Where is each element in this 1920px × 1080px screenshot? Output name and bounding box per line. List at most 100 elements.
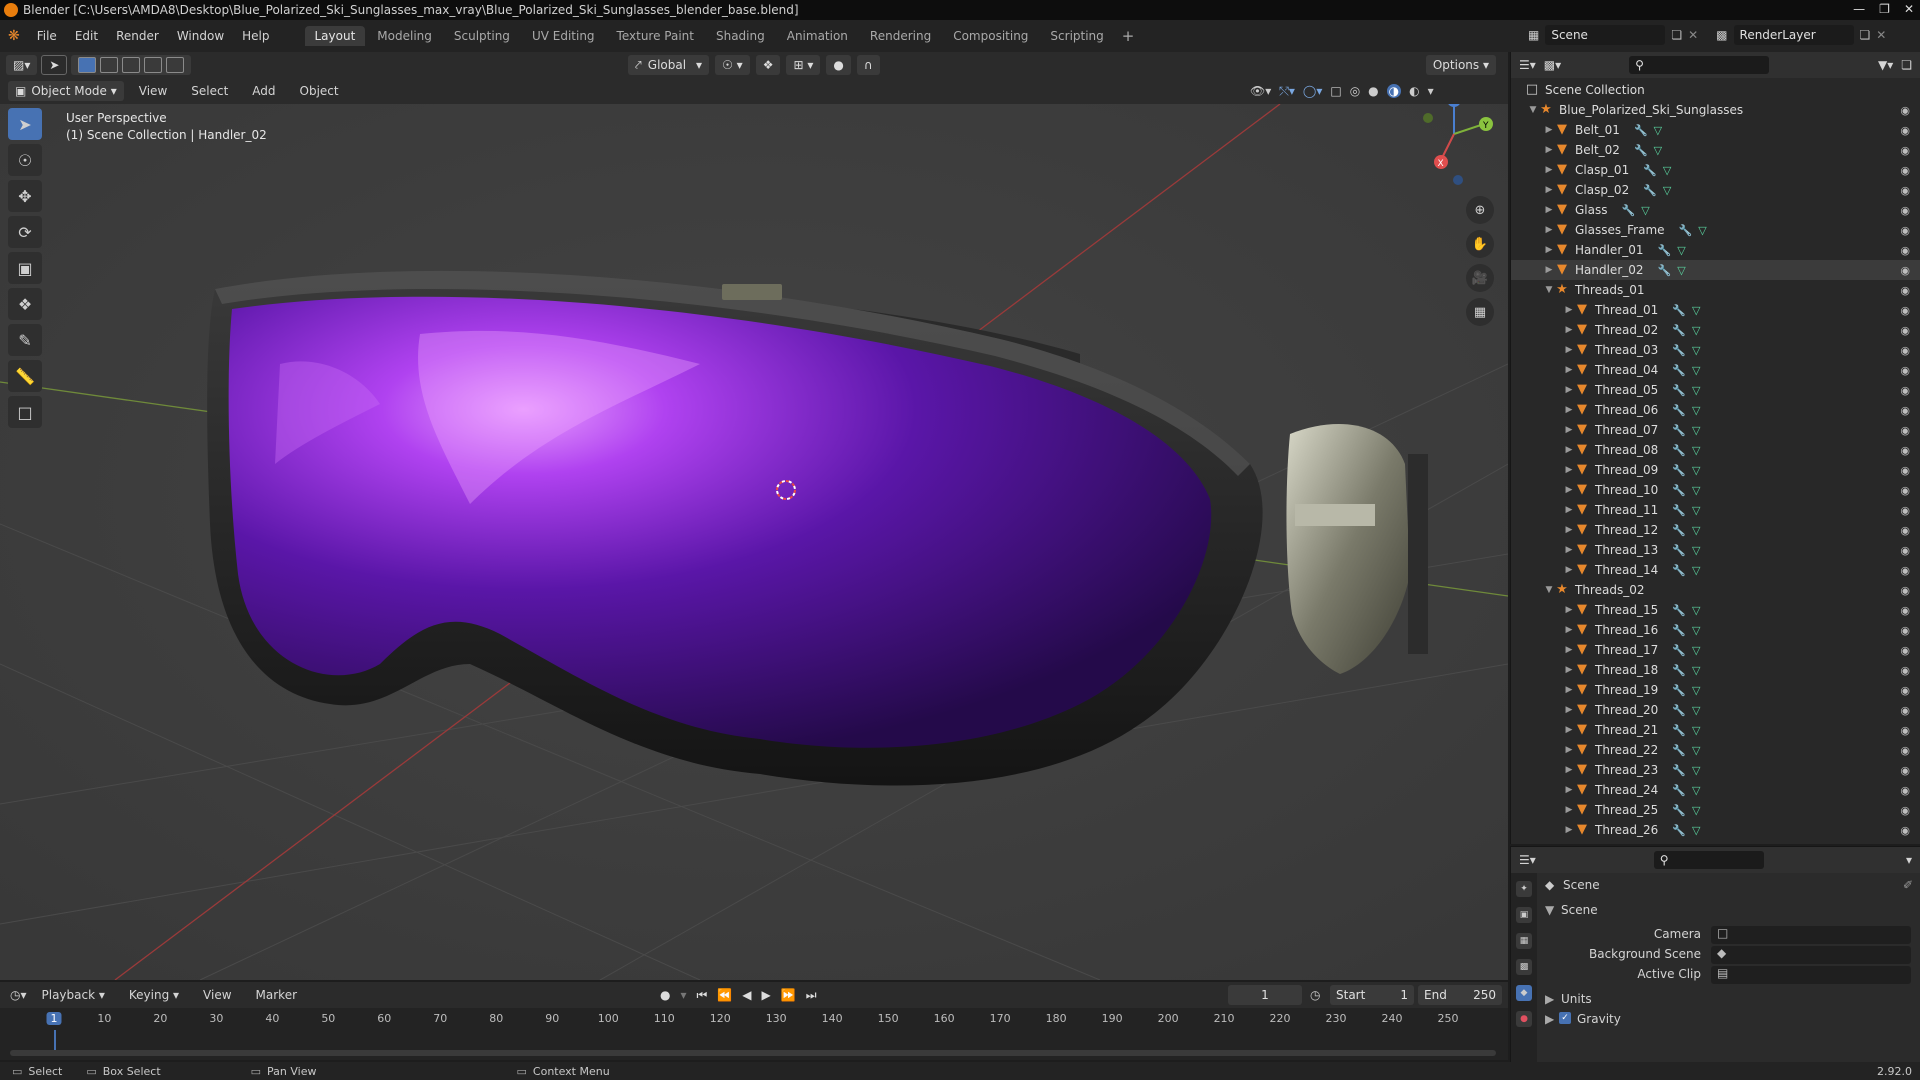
background-scene-field[interactable]: ◆ xyxy=(1711,946,1911,964)
mesh-data-icon[interactable]: ▽ xyxy=(1692,664,1700,677)
modifier-wrench-icon[interactable]: 🔧 xyxy=(1672,364,1686,377)
shading-options-icon[interactable]: ▾ xyxy=(1428,84,1434,98)
mode-intersect-icon[interactable] xyxy=(166,57,185,73)
transform-tool[interactable]: ❖ xyxy=(8,288,42,320)
mesh-data-icon[interactable]: ▽ xyxy=(1692,444,1700,457)
pan-hand-icon[interactable]: ✋ xyxy=(1466,230,1494,258)
maximize-icon[interactable]: ❐ xyxy=(1879,2,1890,16)
outliner-search-input[interactable]: ⚲ xyxy=(1629,56,1770,74)
modifier-wrench-icon[interactable]: 🔧 xyxy=(1672,704,1686,717)
mesh-data-icon[interactable]: ▽ xyxy=(1692,764,1700,777)
collapsed-arrow-icon[interactable]: ▶ xyxy=(1563,545,1575,555)
outliner-object-row[interactable]: ▶ ▼ Thread_26 🔧 ▽ ◉ xyxy=(1511,820,1920,840)
tab-animation[interactable]: Animation xyxy=(777,26,858,46)
expand-icon[interactable]: ▼ xyxy=(1543,585,1555,595)
outliner-object-row[interactable]: ▶ ▼ Thread_01 🔧 ▽ ◉ xyxy=(1511,300,1920,320)
visibility-eye-icon[interactable]: ◉ xyxy=(1900,404,1910,417)
mesh-data-icon[interactable]: ▽ xyxy=(1692,524,1700,537)
menu-render[interactable]: Render xyxy=(107,29,168,43)
measure-tool[interactable]: 📏 xyxy=(8,360,42,392)
visibility-eye-icon[interactable]: ◉ xyxy=(1900,104,1910,117)
collapsed-arrow-icon[interactable]: ▶ xyxy=(1563,805,1575,815)
select-tool-icon[interactable]: ➤ xyxy=(41,55,68,75)
mesh-data-icon[interactable]: ▽ xyxy=(1692,304,1700,317)
panel-collapse-icon[interactable]: ▼ xyxy=(1545,903,1554,917)
viewport-menu-object[interactable]: Object xyxy=(291,84,348,98)
outliner-group-row[interactable]: ▼ ★ Threads_01 ◉ xyxy=(1511,280,1920,300)
outliner-object-row[interactable]: ▶ ▼ Belt_01 🔧 ▽ ◉ xyxy=(1511,120,1920,140)
visibility-eye-icon[interactable]: ◉ xyxy=(1900,664,1910,677)
gizmo-toggle-icon[interactable]: ⤲▾ xyxy=(1279,84,1295,99)
modifier-wrench-icon[interactable]: 🔧 xyxy=(1672,824,1686,837)
outliner-object-row[interactable]: ▶ ▼ Thread_10 🔧 ▽ ◉ xyxy=(1511,480,1920,500)
start-frame-field[interactable]: Start 1 xyxy=(1330,985,1414,1005)
modifier-wrench-icon[interactable]: 🔧 xyxy=(1672,444,1686,457)
collapsed-arrow-icon[interactable]: ▶ xyxy=(1563,345,1575,355)
outliner-object-row[interactable]: ▶ ▼ Clasp_02 🔧 ▽ ◉ xyxy=(1511,180,1920,200)
modifier-wrench-icon[interactable]: 🔧 xyxy=(1672,424,1686,437)
rendered-shading-icon[interactable]: ◐ xyxy=(1409,84,1419,98)
modifier-wrench-icon[interactable]: 🔧 xyxy=(1672,764,1686,777)
collapsed-arrow-icon[interactable]: ▶ xyxy=(1563,725,1575,735)
collapsed-arrow-icon[interactable]: ▶ xyxy=(1563,745,1575,755)
visibility-eye-icon[interactable]: ◉ xyxy=(1900,504,1910,517)
xray-toggle-icon[interactable]: □ xyxy=(1330,84,1341,98)
collapsed-arrow-icon[interactable]: ▶ xyxy=(1543,205,1555,215)
mesh-data-icon[interactable]: ▽ xyxy=(1698,224,1706,237)
material-shading-icon[interactable]: ◑ xyxy=(1386,84,1402,98)
viewport-menu-view[interactable]: View xyxy=(130,84,176,98)
delete-scene-icon[interactable]: ✕ xyxy=(1688,28,1698,42)
move-tool[interactable]: ✥ xyxy=(8,180,42,212)
record-options-icon[interactable]: ▾ xyxy=(680,988,686,1002)
outliner-object-row[interactable]: ▶ ▼ Glass 🔧 ▽ ◉ xyxy=(1511,200,1920,220)
outliner-object-row[interactable]: ▶ ▼ Thread_11 🔧 ▽ ◉ xyxy=(1511,500,1920,520)
mesh-data-icon[interactable]: ▽ xyxy=(1692,344,1700,357)
visibility-eye-icon[interactable]: ◉ xyxy=(1900,324,1910,337)
collapsed-arrow-icon[interactable]: ▶ xyxy=(1563,425,1575,435)
visibility-eye-icon[interactable]: ◉ xyxy=(1900,524,1910,537)
collection-row[interactable]: ▼ ★ Blue_Polarized_Ski_Sunglasses ◉ xyxy=(1511,100,1920,120)
jump-start-icon[interactable]: ⏮ xyxy=(697,988,708,1003)
menu-edit[interactable]: Edit xyxy=(66,29,107,43)
falloff-dropdown[interactable]: ∩ xyxy=(856,55,880,75)
new-renderlayer-icon[interactable]: ❏ xyxy=(1860,28,1871,42)
outliner-object-row[interactable]: ▶ ▼ Thread_22 🔧 ▽ ◉ xyxy=(1511,740,1920,760)
add-workspace-icon[interactable]: + xyxy=(1122,27,1135,45)
tab-compositing[interactable]: Compositing xyxy=(943,26,1038,46)
visibility-eye-icon[interactable]: ◉ xyxy=(1900,564,1910,577)
timeline-menu-view[interactable]: View xyxy=(194,988,240,1002)
object-mode-dropdown[interactable]: ▣ Object Mode ▾ xyxy=(8,81,124,101)
gravity-collapse-icon[interactable]: ▶ xyxy=(1545,1012,1554,1026)
mesh-data-icon[interactable]: ▽ xyxy=(1692,544,1700,557)
cursor-tool[interactable]: ☉ xyxy=(8,144,42,176)
outliner-object-row[interactable]: ▶ ▼ Handler_02 🔧 ▽ ◉ xyxy=(1511,260,1920,280)
zoom-icon[interactable]: ⊕ xyxy=(1466,196,1494,224)
units-panel-title[interactable]: Units xyxy=(1561,992,1592,1006)
modifier-wrench-icon[interactable]: 🔧 xyxy=(1672,724,1686,737)
visibility-eye-icon[interactable]: ◉ xyxy=(1900,744,1910,757)
gravity-panel-title[interactable]: Gravity xyxy=(1577,1012,1621,1026)
timeline-editor-type-icon[interactable]: ◷▾ xyxy=(10,988,27,1002)
modifier-wrench-icon[interactable]: 🔧 xyxy=(1672,804,1686,817)
collapsed-arrow-icon[interactable]: ▶ xyxy=(1563,325,1575,335)
visibility-eye-icon[interactable]: ◉ xyxy=(1900,824,1910,837)
visibility-eye-icon[interactable]: ◉ xyxy=(1900,144,1910,157)
collapsed-arrow-icon[interactable]: ▶ xyxy=(1543,225,1555,235)
viewport-menu-add[interactable]: Add xyxy=(243,84,284,98)
modifier-wrench-icon[interactable]: 🔧 xyxy=(1672,404,1686,417)
mode-new-icon[interactable] xyxy=(78,57,97,73)
visibility-eye-icon[interactable]: ◉ xyxy=(1900,684,1910,697)
outliner-object-row[interactable]: ▶ ▼ Clasp_01 🔧 ▽ ◉ xyxy=(1511,160,1920,180)
timeline-scrollbar[interactable] xyxy=(10,1050,1496,1056)
collapsed-arrow-icon[interactable]: ▶ xyxy=(1563,385,1575,395)
modifier-wrench-icon[interactable]: 🔧 xyxy=(1634,124,1648,137)
outliner-object-row[interactable]: ▶ ▼ Handler_01 🔧 ▽ ◉ xyxy=(1511,240,1920,260)
scale-tool[interactable]: ▣ xyxy=(8,252,42,284)
modifier-wrench-icon[interactable]: 🔧 xyxy=(1672,644,1686,657)
outliner-object-row[interactable]: ▶ ▼ Thread_14 🔧 ▽ ◉ xyxy=(1511,560,1920,580)
prev-keyframe-icon[interactable]: ⏪ xyxy=(717,988,732,1002)
modifier-wrench-icon[interactable]: 🔧 xyxy=(1672,784,1686,797)
collapsed-arrow-icon[interactable]: ▶ xyxy=(1563,485,1575,495)
modifier-wrench-icon[interactable]: 🔧 xyxy=(1658,244,1672,257)
modifier-wrench-icon[interactable]: 🔧 xyxy=(1672,464,1686,477)
